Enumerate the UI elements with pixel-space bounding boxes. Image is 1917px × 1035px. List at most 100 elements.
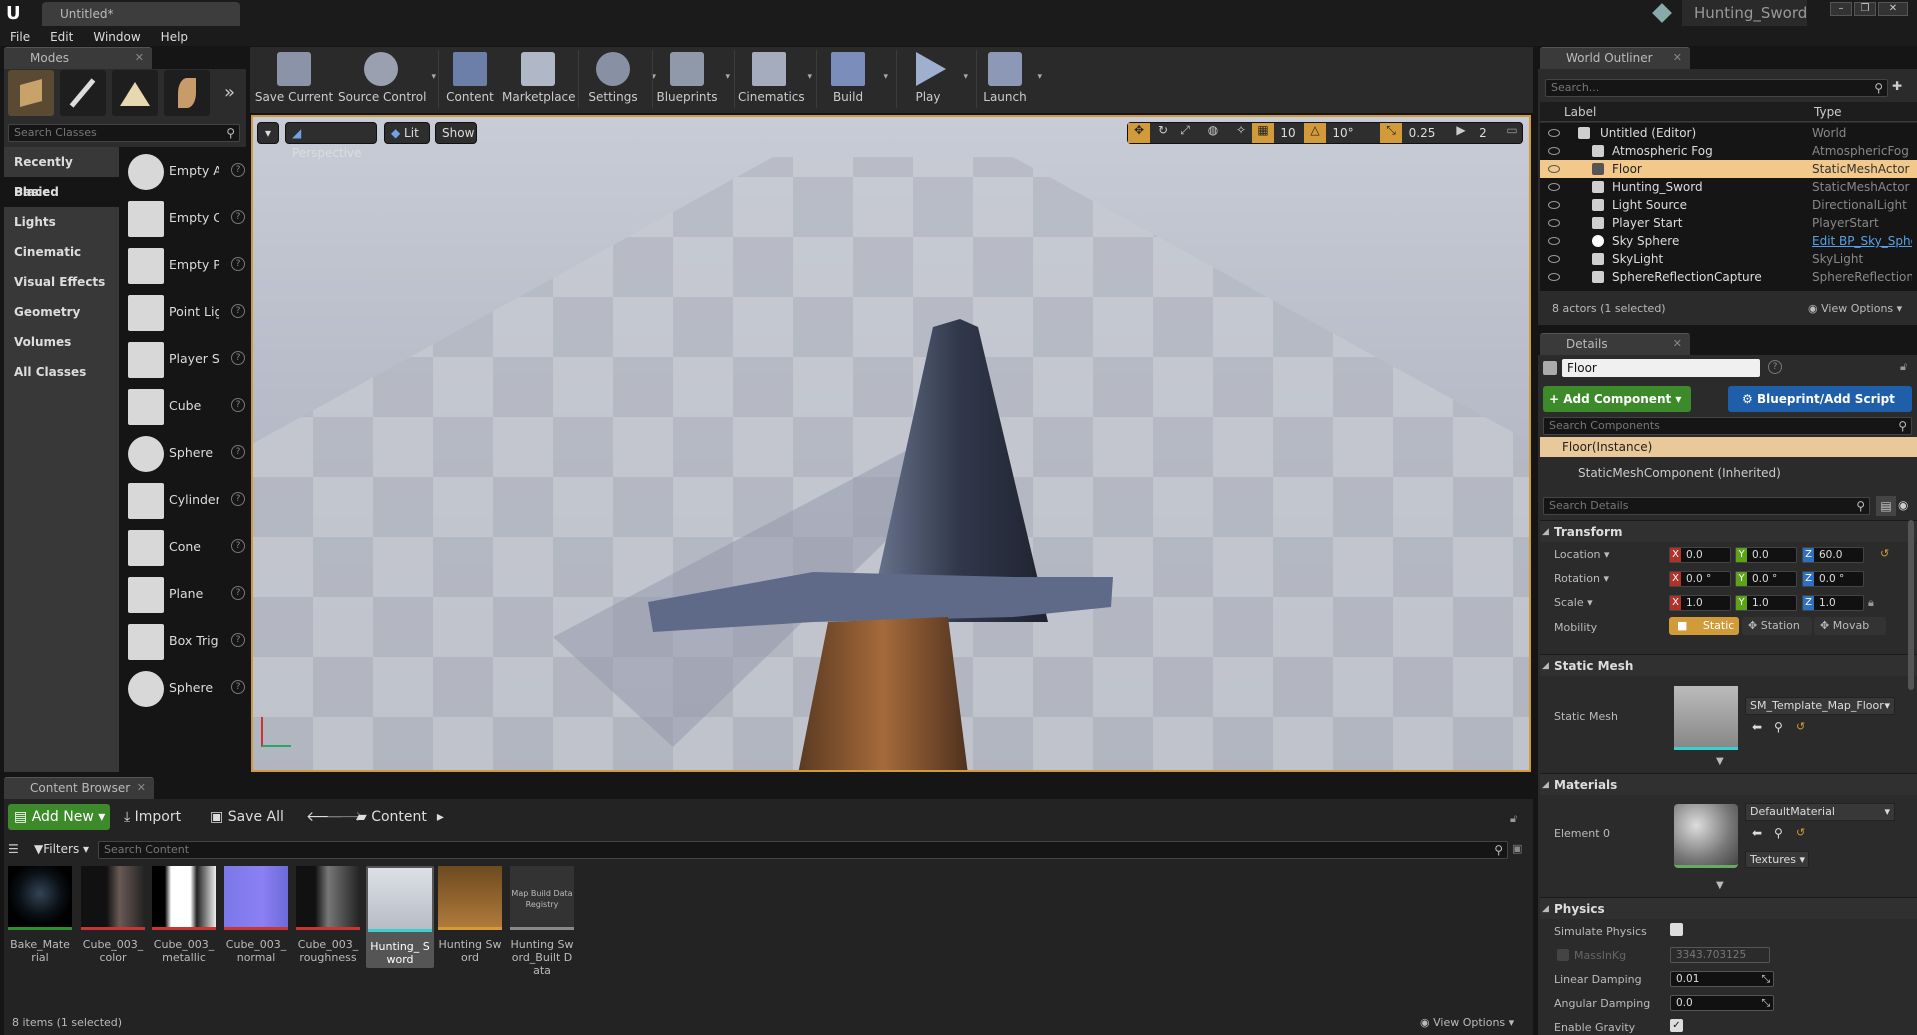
outliner-view-options[interactable]: ◉ View Options ▾ xyxy=(1808,302,1902,315)
content-button[interactable]: Content xyxy=(442,48,498,108)
outliner-row[interactable]: Player Start PlayerStart xyxy=(1540,214,1917,232)
property-matrix-icon[interactable]: ▤ xyxy=(1876,496,1896,516)
save-search-icon[interactable]: ▣ xyxy=(1512,842,1522,855)
reset-location-icon[interactable]: ↺ xyxy=(1880,547,1889,560)
chevron-down-icon[interactable]: ▾ xyxy=(963,72,968,82)
simulate-physics-checkbox[interactable] xyxy=(1670,923,1683,936)
chevron-down-icon[interactable]: ▾ xyxy=(807,72,812,82)
physics-section-header[interactable]: Physics xyxy=(1540,897,1917,920)
rotation-x-field[interactable]: X 0.0 ° xyxy=(1669,571,1731,587)
expand-more-icon[interactable]: ▼ xyxy=(1716,756,1724,767)
help-icon[interactable]: ? xyxy=(231,163,245,177)
mobility-stationary-button[interactable]: ✥ Station xyxy=(1742,617,1812,635)
translate-icon[interactable]: ✥ xyxy=(1128,123,1150,143)
eye-icon[interactable] xyxy=(1548,201,1560,209)
grid-snap-value[interactable]: 10 xyxy=(1276,123,1300,143)
outliner-row[interactable]: Untitled (Editor) World xyxy=(1540,124,1917,142)
viewport-options-button[interactable]: ▾ xyxy=(257,122,279,144)
view-options-eye-icon[interactable]: ◉ xyxy=(1898,498,1908,512)
location-label[interactable]: Location ▾ xyxy=(1554,548,1610,561)
lock-icon[interactable]: 🔓︎ xyxy=(1900,360,1907,374)
content-view-options[interactable]: ◉ View Options ▾ xyxy=(1420,1016,1514,1029)
category-cinematic[interactable]: Cinematic xyxy=(4,237,119,267)
category-visual-effects[interactable]: Visual Effects xyxy=(4,267,119,297)
scale-label[interactable]: Scale ▾ xyxy=(1554,596,1593,609)
asset-tile[interactable]: Cube_003_ roughness xyxy=(296,866,360,964)
search-classes-input[interactable]: Search Classes ⚲ xyxy=(8,124,240,142)
outliner-search-input[interactable]: Search... ⚲ xyxy=(1545,79,1888,97)
rotation-y-field[interactable]: Y 0.0 ° xyxy=(1735,571,1797,587)
chevron-down-icon[interactable]: ▾ xyxy=(725,72,730,82)
camera-speed-value[interactable]: 2 xyxy=(1472,123,1494,143)
category-all-classes[interactable]: All Classes xyxy=(4,357,119,387)
component-row[interactable]: StaticMeshComponent (Inherited) xyxy=(1560,463,1917,483)
category-basic[interactable]: Basic xyxy=(4,177,119,207)
col-type[interactable]: Type xyxy=(1814,105,1842,119)
rotate-icon[interactable]: ↻ xyxy=(1152,123,1174,143)
close-button[interactable]: ✕ xyxy=(1878,2,1908,16)
source-control-button[interactable]: Source Control ▾ xyxy=(338,48,436,108)
help-icon[interactable]: ? xyxy=(231,680,245,694)
more-modes-icon[interactable]: » xyxy=(224,82,235,103)
help-icon[interactable]: ? xyxy=(231,398,245,412)
maximize-viewport-icon[interactable]: ▭ xyxy=(1502,123,1522,143)
eye-icon[interactable] xyxy=(1548,273,1560,281)
location-z-field[interactable]: Z 60.0 xyxy=(1802,547,1864,563)
lock-icon[interactable]: 🔓︎ xyxy=(1510,812,1517,826)
scale-z-field[interactable]: Z 1.0 xyxy=(1802,595,1864,611)
viewport[interactable] xyxy=(251,115,1531,772)
help-icon[interactable]: ? xyxy=(231,257,245,271)
help-icon[interactable]: ? xyxy=(231,633,245,647)
place-item-cone[interactable]: Cone? xyxy=(125,526,245,570)
help-icon[interactable]: ? xyxy=(231,304,245,318)
paint-mode-icon[interactable] xyxy=(60,70,106,116)
close-icon[interactable]: ✕ xyxy=(135,48,144,68)
eye-icon[interactable] xyxy=(1548,129,1560,137)
place-item-box-trigger[interactable]: Box Trig? xyxy=(125,620,245,664)
tab-modes[interactable]: Modes ✕ xyxy=(4,47,152,69)
help-icon[interactable]: ? xyxy=(231,539,245,553)
blueprints-button[interactable]: Blueprints ▾ xyxy=(656,48,730,108)
search-content-input[interactable]: Search Content ⚲ xyxy=(98,841,1508,859)
chevron-down-icon[interactable]: ▾ xyxy=(431,72,436,82)
component-root-row[interactable]: Floor(Instance) xyxy=(1540,437,1917,457)
eye-icon[interactable] xyxy=(1548,237,1560,245)
search-details-input[interactable]: Search Details ⚲ xyxy=(1543,497,1870,515)
place-item-plane[interactable]: Plane? xyxy=(125,573,245,617)
menu-edit[interactable]: Edit xyxy=(40,28,83,46)
help-icon[interactable]: ? xyxy=(231,492,245,506)
location-y-field[interactable]: Y 0.0 xyxy=(1735,547,1797,563)
tab-details[interactable]: Details ✕ xyxy=(1540,333,1690,355)
grid-snap-icon[interactable]: ▦ xyxy=(1252,123,1274,143)
outliner-row[interactable]: Hunting_Sword StaticMeshActor xyxy=(1540,178,1917,196)
place-item-point-light[interactable]: Point Lig? xyxy=(125,291,245,335)
foliage-mode-icon[interactable] xyxy=(164,70,210,116)
build-button[interactable]: Build ▾ xyxy=(820,48,888,108)
level-tab[interactable]: Untitled* xyxy=(42,2,240,26)
scale-x-field[interactable]: X 1.0 xyxy=(1669,595,1731,611)
use-selected-icon[interactable]: ⬅ xyxy=(1752,826,1762,840)
reset-icon[interactable]: ↺ xyxy=(1796,720,1805,733)
static-mesh-thumbnail[interactable] xyxy=(1674,686,1738,750)
eye-icon[interactable] xyxy=(1548,219,1560,227)
close-icon[interactable]: ✕ xyxy=(1673,48,1682,68)
static-mesh-section-header[interactable]: Static Mesh xyxy=(1540,654,1917,677)
world-local-icon[interactable]: ◍ xyxy=(1202,123,1224,143)
material-picker[interactable]: DefaultMaterial ▾ xyxy=(1745,803,1895,821)
mass-override-checkbox[interactable] xyxy=(1557,949,1569,961)
category-lights[interactable]: Lights xyxy=(4,207,119,237)
outliner-row-selected[interactable]: Floor StaticMeshActor xyxy=(1540,160,1917,178)
category-geometry[interactable]: Geometry xyxy=(4,297,119,327)
add-new-button[interactable]: ▤ Add New ▾ xyxy=(8,804,110,830)
help-icon[interactable]: ? xyxy=(231,445,245,459)
menu-file[interactable]: File xyxy=(0,28,40,46)
mobility-movable-button[interactable]: ✥ Movab xyxy=(1814,617,1886,635)
landscape-mode-icon[interactable] xyxy=(112,70,158,116)
close-icon[interactable]: ✕ xyxy=(137,778,146,798)
asset-tile[interactable]: Map Build Data Registry Hunting Sword_Bui… xyxy=(510,866,574,977)
scale-y-field[interactable]: Y 1.0 xyxy=(1735,595,1797,611)
outliner-row[interactable]: SphereReflectionCapture SphereReflectionC xyxy=(1540,268,1917,286)
enable-gravity-checkbox[interactable]: ✓ xyxy=(1670,1019,1683,1032)
outliner-row[interactable]: SkyLight SkyLight xyxy=(1540,250,1917,268)
lock-scale-icon[interactable]: 🔒︎ xyxy=(1868,596,1874,610)
